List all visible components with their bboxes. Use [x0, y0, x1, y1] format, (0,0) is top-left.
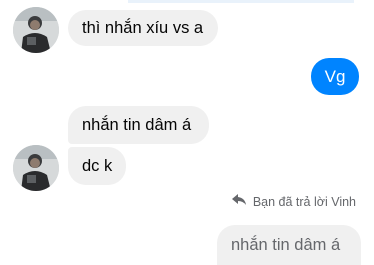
message-text: nhắn tin dâm á — [82, 115, 192, 134]
reply-arrow-icon — [231, 194, 247, 209]
message-bubble-incoming[interactable]: thì nhắn xíu vs a — [68, 10, 218, 46]
reply-indicator: Bạn đã trả lời Vinh — [231, 194, 356, 209]
message-text: thì nhắn xíu vs a — [82, 18, 204, 37]
message-bubble-incoming[interactable]: dc k — [68, 147, 126, 185]
message-text: dc k — [82, 156, 113, 175]
message-text: Vg — [324, 67, 346, 86]
contact-avatar[interactable] — [13, 7, 59, 53]
quoted-text: nhắn tin dâm á — [231, 235, 341, 254]
message-bubble-outgoing[interactable]: Vg — [311, 58, 359, 95]
previous-message-edge — [128, 0, 354, 3]
quoted-reply-bubble[interactable]: nhắn tin dâm á — [217, 225, 361, 265]
message-bubble-incoming[interactable]: nhắn tin dâm á — [68, 106, 209, 144]
reply-note-text: Bạn đã trả lời Vinh — [252, 194, 356, 209]
contact-avatar[interactable] — [13, 145, 59, 191]
